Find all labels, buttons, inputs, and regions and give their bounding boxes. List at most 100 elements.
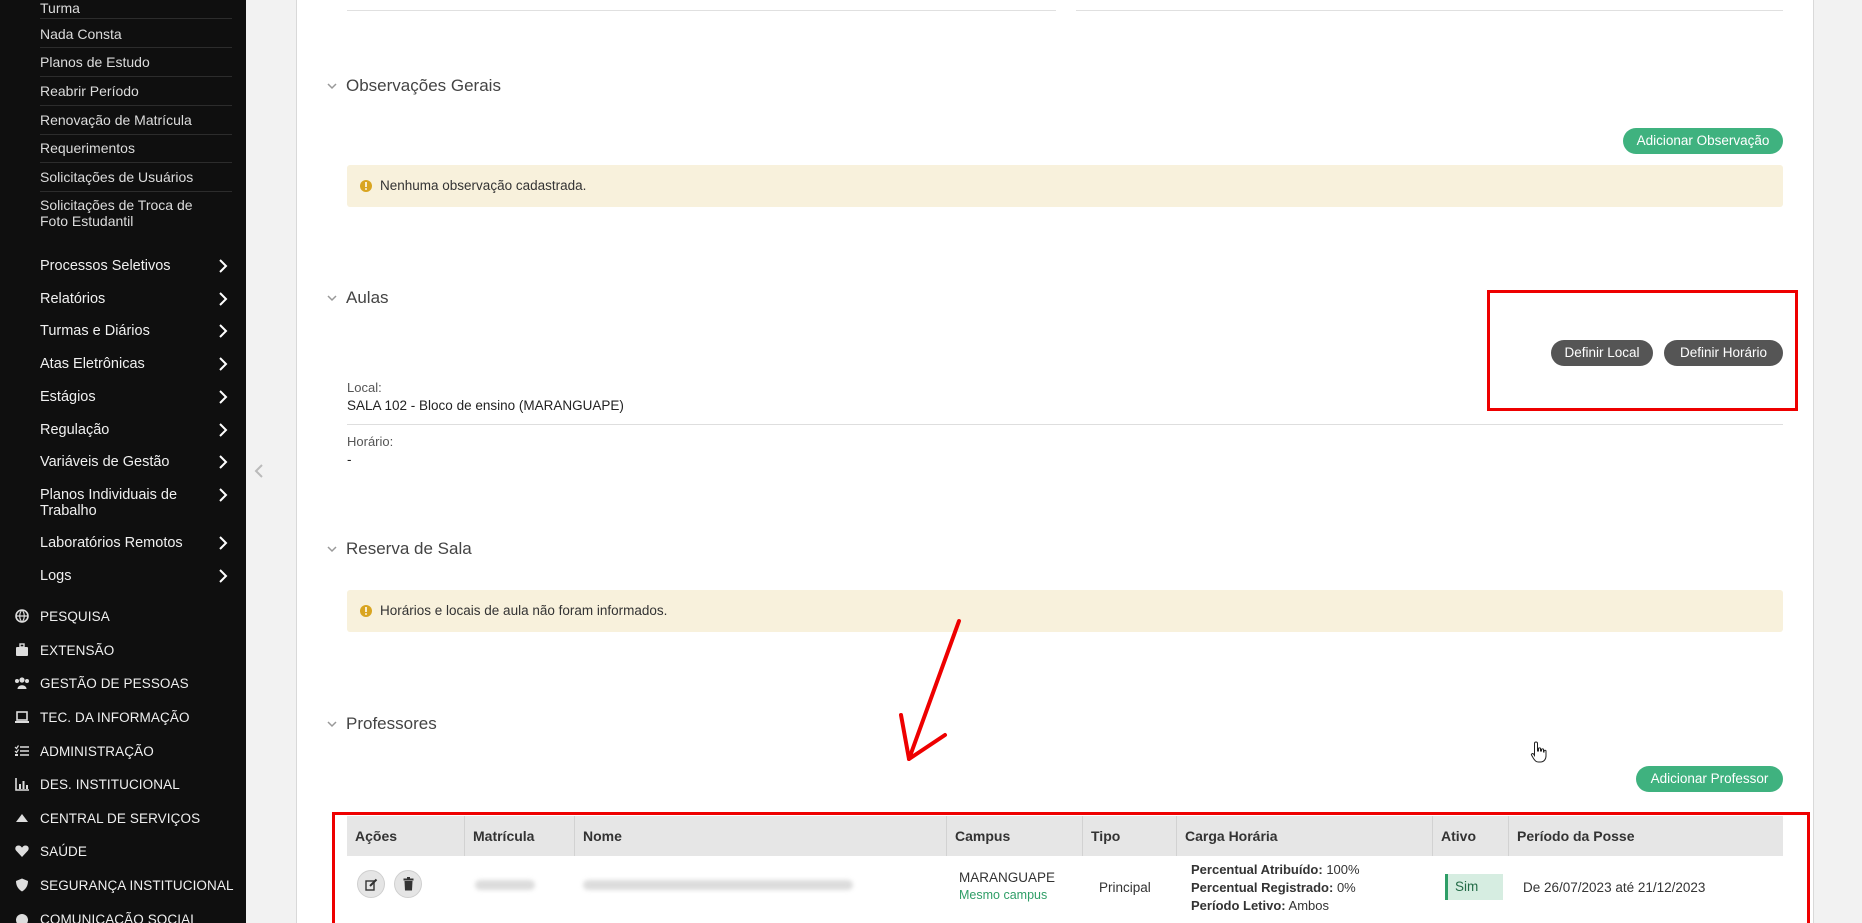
chevron-right-icon (219, 259, 228, 273)
redacted-name (583, 880, 853, 890)
section-label: PESQUISA (40, 609, 110, 624)
sidebar-menu-atas-eletronicas[interactable]: Atas Eletrônicas (40, 356, 236, 372)
section-title: Aulas (346, 288, 389, 307)
sidebar-subitem-renovacao[interactable]: Renovação de Matrícula (40, 112, 232, 128)
carga-label: Percentual Atribuído: (1191, 862, 1323, 877)
campus-value: MARANGUAPE (959, 870, 1056, 885)
section-title: Professores (346, 714, 437, 733)
sidebar-subitem-troca-foto[interactable]: Solicitações de Troca de Foto Estudantil (40, 197, 220, 229)
alert-text: Nenhuma observação cadastrada. (380, 178, 587, 193)
add-observation-button[interactable]: Adicionar Observação (1623, 128, 1783, 154)
carga-label: Percentual Registrado: (1191, 880, 1334, 895)
define-schedule-button[interactable]: Definir Horário (1664, 340, 1783, 366)
chevron-down-icon (327, 546, 337, 553)
list-icon (14, 745, 29, 756)
divider (40, 162, 232, 163)
menu-label: Laboratórios Remotos (40, 535, 183, 551)
column-header-periodo-posse[interactable]: Período da Posse (1509, 816, 1783, 856)
sidebar-menu-estagios[interactable]: Estágios (40, 389, 236, 405)
menu-label: Variáveis de Gestão (40, 454, 170, 470)
sidebar-subitem-planos-de-estudo[interactable]: Planos de Estudo (40, 54, 232, 70)
sidebar-section-tec-informacao[interactable]: TEC. DA INFORMAÇÃO (14, 708, 244, 726)
column-header-ativo[interactable]: Ativo (1433, 816, 1509, 856)
sidebar-subitem-requerimentos[interactable]: Requerimentos (40, 140, 232, 156)
redacted-registration (475, 880, 535, 890)
delete-button[interactable] (394, 870, 422, 898)
globe-icon (15, 609, 29, 623)
chevron-right-icon (219, 569, 228, 583)
chevron-right-icon (219, 390, 228, 404)
column-header-tipo[interactable]: Tipo (1083, 816, 1177, 856)
circle-icon (16, 914, 28, 923)
sidebar-menu-relatorios[interactable]: Relatórios (40, 291, 236, 307)
status-badge: Sim (1445, 874, 1503, 900)
info-icon (360, 180, 372, 192)
schedule-label: Horário: (347, 434, 394, 449)
menu-label: Logs (40, 568, 72, 584)
sidebar-subitem-turma[interactable]: Turma (40, 0, 232, 16)
sidebar-menu-regulacao[interactable]: Regulação (40, 422, 236, 438)
divider (40, 105, 232, 106)
sidebar-subitem-reabrir-periodo[interactable]: Reabrir Período (40, 83, 232, 99)
chevron-down-icon (327, 83, 337, 90)
edit-button[interactable] (357, 870, 385, 898)
sidebar-menu-logs[interactable]: Logs (40, 568, 236, 584)
divider (40, 134, 232, 135)
sidebar-section-extensao[interactable]: EXTENSÃO (14, 641, 244, 659)
menu-label: Planos Individuais de Trabalho (40, 487, 178, 519)
trash-icon (403, 877, 414, 891)
chevron-right-icon (219, 488, 228, 502)
column-header-matricula[interactable]: Matrícula (465, 816, 575, 856)
shield-icon (16, 878, 28, 892)
carga-value: 0% (1333, 880, 1356, 895)
sidebar-section-gestao-pessoas[interactable]: GESTÃO DE PESSOAS (14, 674, 244, 692)
chevron-right-icon (219, 292, 228, 306)
divider (40, 76, 232, 77)
sidebar-section-pesquisa[interactable]: PESQUISA (14, 607, 244, 625)
local-label: Local: (347, 380, 382, 395)
column-header-campus[interactable]: Campus (947, 816, 1083, 856)
sidebar-menu-processos-seletivos[interactable]: Processos Seletivos (40, 258, 236, 274)
section-label: GESTÃO DE PESSOAS (40, 676, 189, 691)
collapse-sidebar-icon[interactable] (252, 462, 266, 480)
sidebar-section-comunicacao[interactable]: COMUNICAÇÃO SOCIAL (14, 910, 244, 923)
cloud-icon (16, 814, 28, 822)
sidebar-menu-planos-individuais[interactable]: Planos Individuais de Trabalho (40, 487, 236, 519)
schedule-value: - (347, 452, 352, 467)
annotation-arrow-icon (899, 619, 961, 761)
carga-value: 100% (1322, 862, 1360, 877)
column-header-nome[interactable]: Nome (575, 816, 947, 856)
carga-line: Percentual Registrado: 0% (1191, 880, 1356, 895)
sidebar-section-seguranca[interactable]: SEGURANÇA INSTITUCIONAL (14, 876, 244, 894)
sidebar-section-central-servicos[interactable]: CENTRAL DE SERVIÇOS (14, 809, 244, 827)
menu-label: Regulação (40, 422, 110, 438)
section-label: SEGURANÇA INSTITUCIONAL (40, 878, 234, 893)
chevron-down-icon (327, 721, 337, 728)
carga-label: Período Letivo: (1191, 898, 1286, 913)
sidebar-menu-turmas-diarios[interactable]: Turmas e Diários (40, 323, 236, 339)
sidebar-menu-laboratorios-remotos[interactable]: Laboratórios Remotos (40, 535, 236, 551)
section-label: SAÚDE (40, 844, 88, 859)
sidebar-subitem-solicitacoes-usuarios[interactable]: Solicitações de Usuários (40, 169, 232, 185)
carga-value: Ambos (1285, 898, 1329, 913)
sidebar-section-administracao[interactable]: ADMINISTRAÇÃO (14, 742, 244, 760)
users-icon (15, 677, 29, 689)
menu-label: Relatórios (40, 291, 106, 307)
section-label: TEC. DA INFORMAÇÃO (40, 710, 190, 725)
sidebar-subitem-nada-consta[interactable]: Nada Consta (40, 26, 232, 42)
sidebar-section-des-institucional[interactable]: DES. INSTITUCIONAL (14, 775, 244, 793)
divider (347, 424, 1783, 425)
briefcase-icon (16, 643, 28, 656)
define-location-button[interactable]: Definir Local (1551, 340, 1653, 366)
add-professor-button[interactable]: Adicionar Professor (1636, 766, 1783, 792)
column-header-acoes: Ações (347, 816, 465, 856)
chevron-right-icon (219, 357, 228, 371)
section-label: EXTENSÃO (40, 643, 115, 658)
main-panel (296, 0, 1814, 923)
sidebar-section-saude[interactable]: SAÚDE (14, 842, 244, 860)
section-label: CENTRAL DE SERVIÇOS (40, 811, 201, 826)
column-header-carga-horaria[interactable]: Carga Horária (1177, 816, 1433, 856)
table-header: Ações Matrícula Nome Campus Tipo Carga H… (347, 816, 1783, 856)
sidebar-menu-variaveis-gestao[interactable]: Variáveis de Gestão (40, 454, 236, 470)
sidebar: Turma Nada Consta Planos de Estudo Reabr… (0, 0, 246, 923)
